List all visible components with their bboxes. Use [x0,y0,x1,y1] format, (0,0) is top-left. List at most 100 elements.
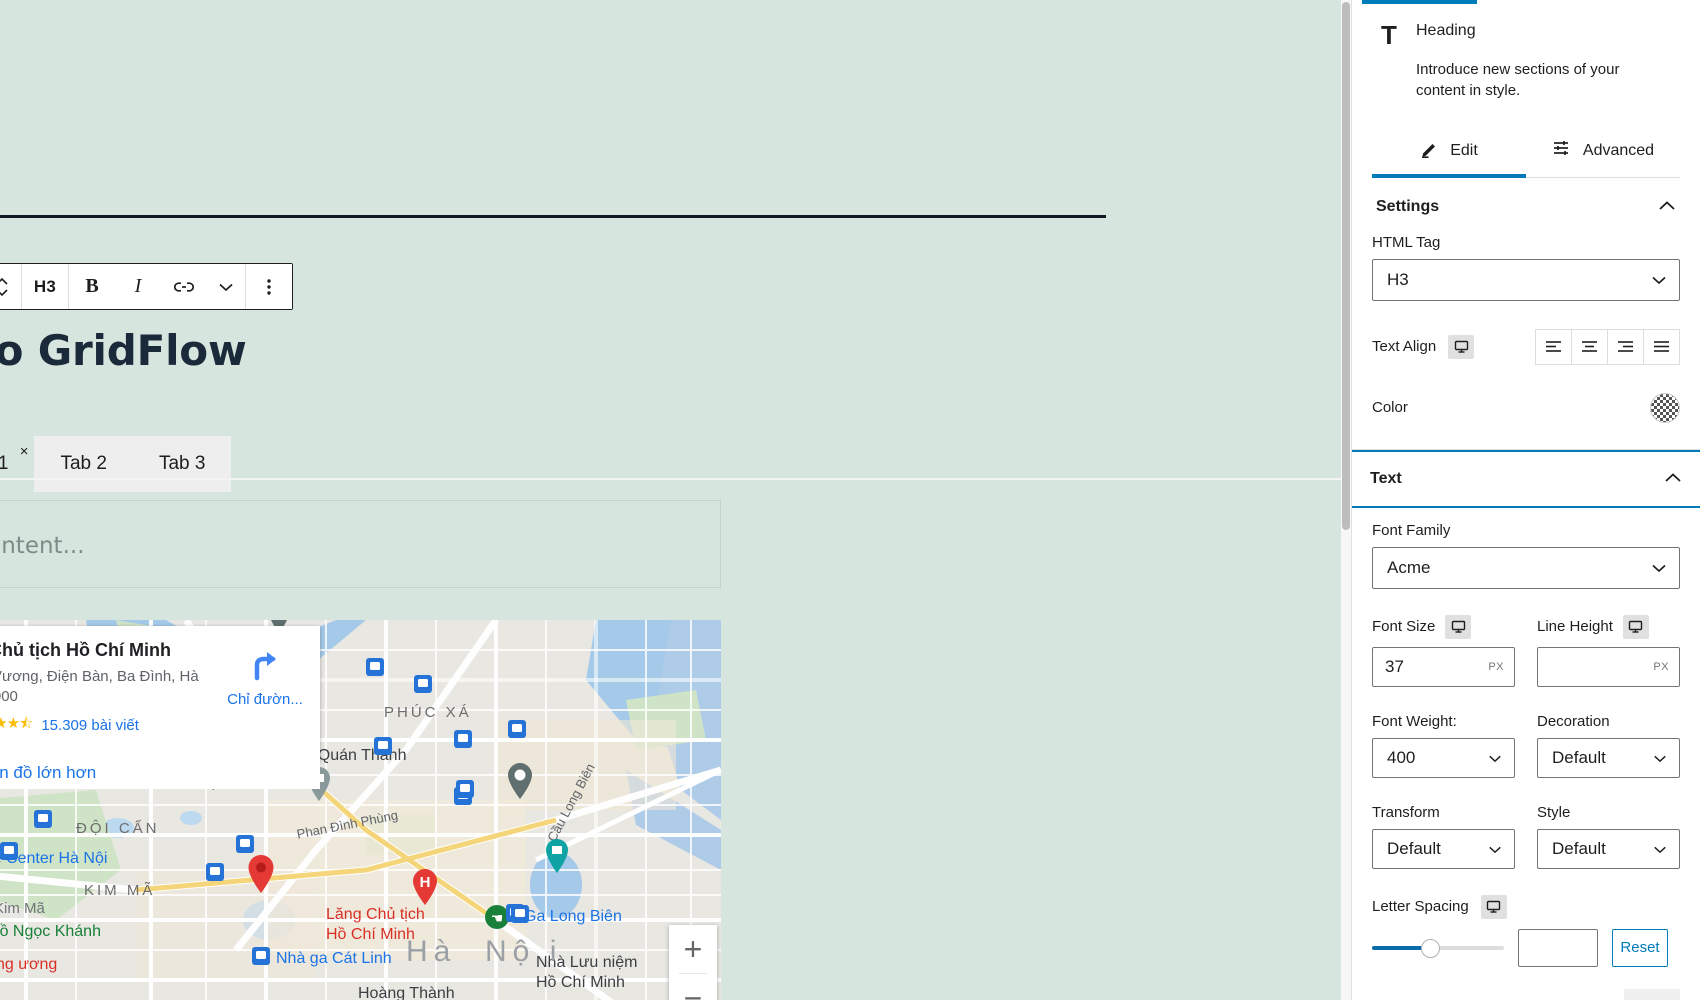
color-swatch-button[interactable] [1650,392,1680,423]
font-size-field: Font Size 37 PX [1372,614,1515,687]
map-review-count[interactable]: 15.309 bài viết [41,717,139,734]
settings-section-header[interactable]: Settings [1372,178,1680,234]
decoration-select[interactable]: Default [1537,737,1680,778]
style-field: Style Default [1537,804,1680,869]
tab-advanced[interactable]: Advanced [1526,128,1680,178]
text-align-options [1535,328,1680,365]
style-label: Style [1537,803,1571,821]
font-family-field: Font Family Acme [1372,522,1680,589]
block-type-button[interactable]: H3 [22,264,68,309]
block-type-label: H3 [33,276,57,296]
block-description: Introduce new sections of your content i… [1416,61,1620,100]
tabs-block: Tab 1 × Tab 2 Tab 3 [0,422,232,492]
desktop-icon[interactable] [1445,614,1472,639]
panel-active-tab-indicator [1362,0,1477,4]
map-info-card[interactable]: ăng Chủ tịch Hồ Chí Minh Hùng Vương, Điệ… [0,626,320,762]
color-field: Color [1372,392,1680,423]
desktop-icon[interactable] [1622,614,1649,639]
chevron-down-icon[interactable] [207,264,245,309]
chevron-up-icon[interactable] [1664,470,1682,488]
letter-spacing-reset-button[interactable]: Reset [1612,928,1668,967]
font-family-select[interactable]: Acme [1372,546,1680,589]
decoration-field: Decoration Default [1537,713,1680,778]
letter-spacing-field: Letter Spacing Reset [1372,894,1680,967]
html-tag-value: H3 [1387,269,1409,289]
link-icon[interactable] [161,264,207,309]
map-rating-row: 5 ★★★★⯪ 15.309 bài viết [0,713,306,738]
map-marker-hospital[interactable]: H [411,868,437,905]
slider-knob[interactable] [1421,938,1440,958]
block-toolbar[interactable]: H3 B I [0,263,293,310]
letter-spacing-label: Letter Spacing [1372,898,1469,916]
map-directions-button[interactable]: Chỉ đườn... [224,648,306,708]
toolbar-group-options [246,264,292,309]
font-size-unit: PX [1488,660,1504,673]
letter-spacing-input[interactable] [1518,928,1598,967]
app-screen: H3 B I o GridFlow 1 × Tab 2 Tab 3 ntent.… [0,0,1700,1000]
text-align-label: Text Align [1372,338,1437,356]
text-section-title: Text [1370,469,1402,487]
tab-1-close-icon[interactable]: × [20,444,29,459]
line-height-input[interactable]: PX [1537,646,1680,687]
block-name-label: Heading [1416,22,1476,39]
tab-3-label: Tab 3 [158,453,206,474]
editor-scrollbar-thumb[interactable] [1342,2,1350,530]
font-family-value: Acme [1387,557,1431,577]
font-weight-select[interactable]: 400 [1372,737,1515,778]
desktop-icon[interactable] [1448,334,1475,359]
heading-block-text[interactable]: ello GridFlow [0,330,247,372]
text-shadow-reset-button[interactable]: Reset [1624,988,1680,1000]
font-size-input[interactable]: 37 PX [1372,646,1515,687]
style-select[interactable]: Default [1537,828,1680,869]
map-zoom-out-button[interactable]: − [669,974,717,1000]
more-vertical-icon[interactable] [246,264,292,309]
tab-edit-label: Edit [1450,141,1478,159]
html-tag-select[interactable]: H3 [1372,258,1680,301]
map-zoom-controls[interactable]: + − [669,925,717,1000]
align-right-icon[interactable] [1607,328,1644,365]
line-height-field: Line Height PX [1537,614,1680,687]
chevron-down-icon [1651,558,1667,578]
transit-icon-2 [366,658,384,676]
italic-button[interactable]: I [115,264,161,309]
transform-and-style-row: Transform Default Style Default [1372,804,1680,869]
move-up-down-icon[interactable] [0,264,21,309]
size-and-lineheight-row: Font Size 37 PX Line Height PX [1372,614,1680,687]
transit-icon-5 [454,730,472,748]
svg-text:H: H [420,874,431,891]
settings-section-title: Settings [1376,197,1440,215]
transit-icon-13 [206,863,224,881]
tab-edit[interactable]: Edit [1372,128,1526,178]
chevron-down-icon [1653,748,1667,768]
transform-field: Transform Default [1372,804,1515,869]
desktop-icon[interactable] [1480,894,1507,919]
chevron-down-icon [1488,839,1502,859]
map-marker-lang-chu-tich[interactable] [246,854,274,893]
map-marker-nha-luu-niem[interactable] [506,762,532,799]
transit-icon-3 [414,675,432,693]
map-larger-link[interactable]: em bản đồ lớn hơn [0,757,320,789]
align-justify-icon[interactable] [1643,328,1680,365]
text-shadow-field: Text Shadow Reset [1372,988,1680,1000]
panel-content: T Heading Introduce new sections of your… [1352,0,1700,423]
svg-text:☚: ☚ [491,910,504,926]
chevron-up-icon[interactable] [1658,198,1676,216]
align-left-icon[interactable] [1535,328,1572,365]
chevron-down-icon [1488,748,1502,768]
letter-spacing-slider[interactable] [1372,938,1504,958]
italic-label: I [134,275,142,297]
transit-icon-11 [0,842,18,860]
transform-select[interactable]: Default [1372,828,1515,869]
bold-label: B [85,275,99,297]
map-marker-thap-but[interactable] [544,838,570,873]
tab-2[interactable]: Tab 2 [34,436,133,492]
content-dropzone[interactable] [0,500,721,588]
bold-button[interactable]: B [69,264,115,309]
align-center-icon[interactable] [1571,328,1608,365]
text-section-header[interactable]: Text [1352,452,1700,506]
chevron-down-icon [1653,839,1667,859]
tab-3[interactable]: Tab 3 [132,436,232,492]
tabs-underline [0,478,1341,480]
map-zoom-in-button[interactable]: + [669,925,717,973]
tab-1[interactable]: Tab 1 × [0,436,34,492]
